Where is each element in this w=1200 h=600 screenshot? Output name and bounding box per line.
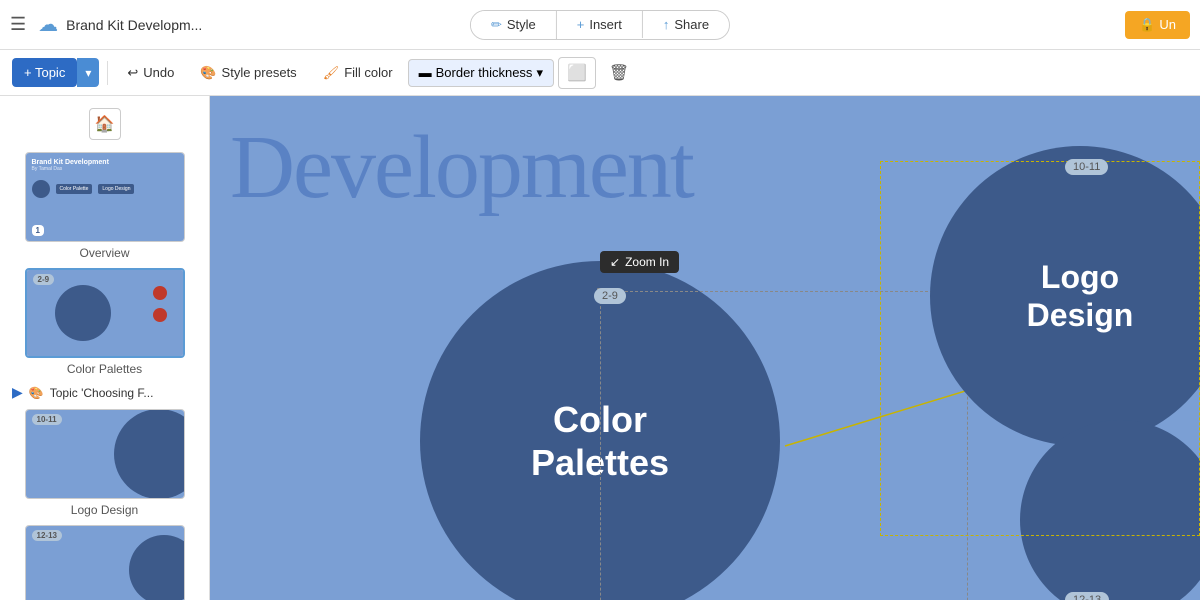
style-presets-button[interactable]: 🎨 Style presets [189, 58, 307, 88]
thumb3-badge: 10-11 [32, 414, 62, 425]
main: 🏠 Brand Kit Development By Tamal Das Col… [0, 96, 1200, 600]
thumb4-badge: 12-13 [32, 530, 62, 541]
top-bar: ☰ ☁ Brand Kit Developm... ✏ Style + Inse… [0, 0, 1200, 50]
toolbar: + Topic ▾ ↩ Undo 🎨 Style presets 🖌 Fill … [0, 50, 1200, 96]
slide-thumb-logo-design: 10-11 [25, 409, 185, 499]
thumb2-dot1 [153, 286, 167, 300]
logo-design-circle[interactable]: LogoDesign [930, 146, 1200, 446]
home-button-container: 🏠 [0, 104, 209, 148]
zoom-arrow-icon: ↙ [610, 255, 620, 269]
slide-thumb-color-palettes: 2-9 [25, 268, 185, 358]
fill-color-icon: 🖌 [323, 65, 340, 81]
lock-button[interactable]: 🔒 Un [1125, 11, 1190, 39]
border-thickness-icon: ▬ [419, 65, 432, 80]
add-topic-group: + Topic ▾ [12, 58, 99, 87]
insert-button[interactable]: + Insert [557, 11, 643, 38]
thumb1-circle-sm [32, 180, 50, 198]
thumb2-dot2 [153, 308, 167, 322]
lock-icon: 🔒 [1139, 17, 1155, 33]
share-icon: ↑ [663, 17, 670, 32]
thumb2-badge: 2-9 [33, 274, 55, 285]
square-icon-button[interactable]: ⬜ [558, 57, 596, 89]
selected-node-box [600, 291, 968, 600]
logo-design-text: LogoDesign [1027, 258, 1134, 335]
badge-10-11: 10-11 [1065, 159, 1108, 175]
trash-icon: 🗑 [609, 65, 629, 82]
badge-12-13: 12-13 [1065, 592, 1109, 600]
toolbar-separator-1 [107, 61, 108, 85]
slide-item-overview[interactable]: Brand Kit Development By Tamal Das Color… [0, 148, 209, 264]
square-icon: ⬜ [567, 65, 587, 82]
trash-button[interactable]: 🗑 [600, 57, 638, 89]
style-button[interactable]: ✏ Style [471, 11, 557, 39]
canvas[interactable]: Development ColorPalettes LogoDesign 2-9… [210, 96, 1200, 600]
cloud-icon: ☁ [38, 12, 58, 37]
thumb1-label1: Color Palette [56, 184, 93, 194]
thumb1-subtitle: By Tamal Das [32, 166, 178, 172]
topic-play-icon: ▶ [12, 384, 23, 401]
zoom-tooltip[interactable]: ↙ Zoom In [600, 251, 679, 273]
slide-item-color-palettes[interactable]: 2-9 Color Palettes [0, 264, 209, 380]
top-center-buttons: ✏ Style + Insert ↑ Share [470, 10, 730, 40]
thumb4-circle [129, 535, 184, 600]
style-icon: ✏ [491, 17, 502, 33]
thumb1-title: Brand Kit Development [32, 159, 178, 166]
thumb1-badge: 1 [32, 225, 44, 236]
thumb2-main-circle [55, 285, 111, 341]
share-button[interactable]: ↑ Share [643, 11, 729, 38]
style-presets-icon: 🎨 [200, 65, 216, 81]
slide-label-logo-design: Logo Design [71, 503, 138, 517]
insert-icon: + [577, 17, 585, 32]
add-topic-dropdown[interactable]: ▾ [77, 58, 99, 87]
home-button[interactable]: 🏠 [89, 108, 121, 140]
slide-thumb-4: 12-13 [25, 525, 185, 600]
menu-icon[interactable]: ☰ [10, 14, 26, 35]
slide-label-color-palettes: Color Palettes [67, 362, 142, 376]
undo-icon: ↩ [127, 65, 138, 81]
undo-button[interactable]: ↩ Undo [116, 58, 185, 88]
border-thickness-button[interactable]: ▬ Border thickness ▾ [408, 59, 554, 87]
sidebar: 🏠 Brand Kit Development By Tamal Das Col… [0, 96, 210, 600]
badge-2-9: 2-9 [594, 288, 626, 304]
fill-color-button[interactable]: 🖌 Fill color [312, 58, 404, 88]
canvas-title: Development [230, 116, 693, 219]
thumb3-circle [114, 410, 184, 498]
zoom-tooltip-text: Zoom In [625, 255, 669, 269]
border-thickness-chevron: ▾ [536, 65, 543, 81]
topic-label: Topic 'Choosing F... [50, 386, 154, 400]
bottom-right-circle[interactable] [1020, 420, 1200, 600]
slide-label-overview: Overview [79, 246, 129, 260]
topic-bar[interactable]: ▶ 🎨 Topic 'Choosing F... [0, 380, 209, 405]
slide-thumb-overview: Brand Kit Development By Tamal Das Color… [25, 152, 185, 242]
add-topic-button[interactable]: + Topic [12, 58, 77, 87]
topic-icon: 🎨 [29, 386, 44, 400]
thumb1-label2: Logo Design [98, 184, 134, 194]
slide-item-logo-design[interactable]: 10-11 Logo Design [0, 405, 209, 521]
slide-item-4[interactable]: 12-13 [0, 521, 209, 600]
